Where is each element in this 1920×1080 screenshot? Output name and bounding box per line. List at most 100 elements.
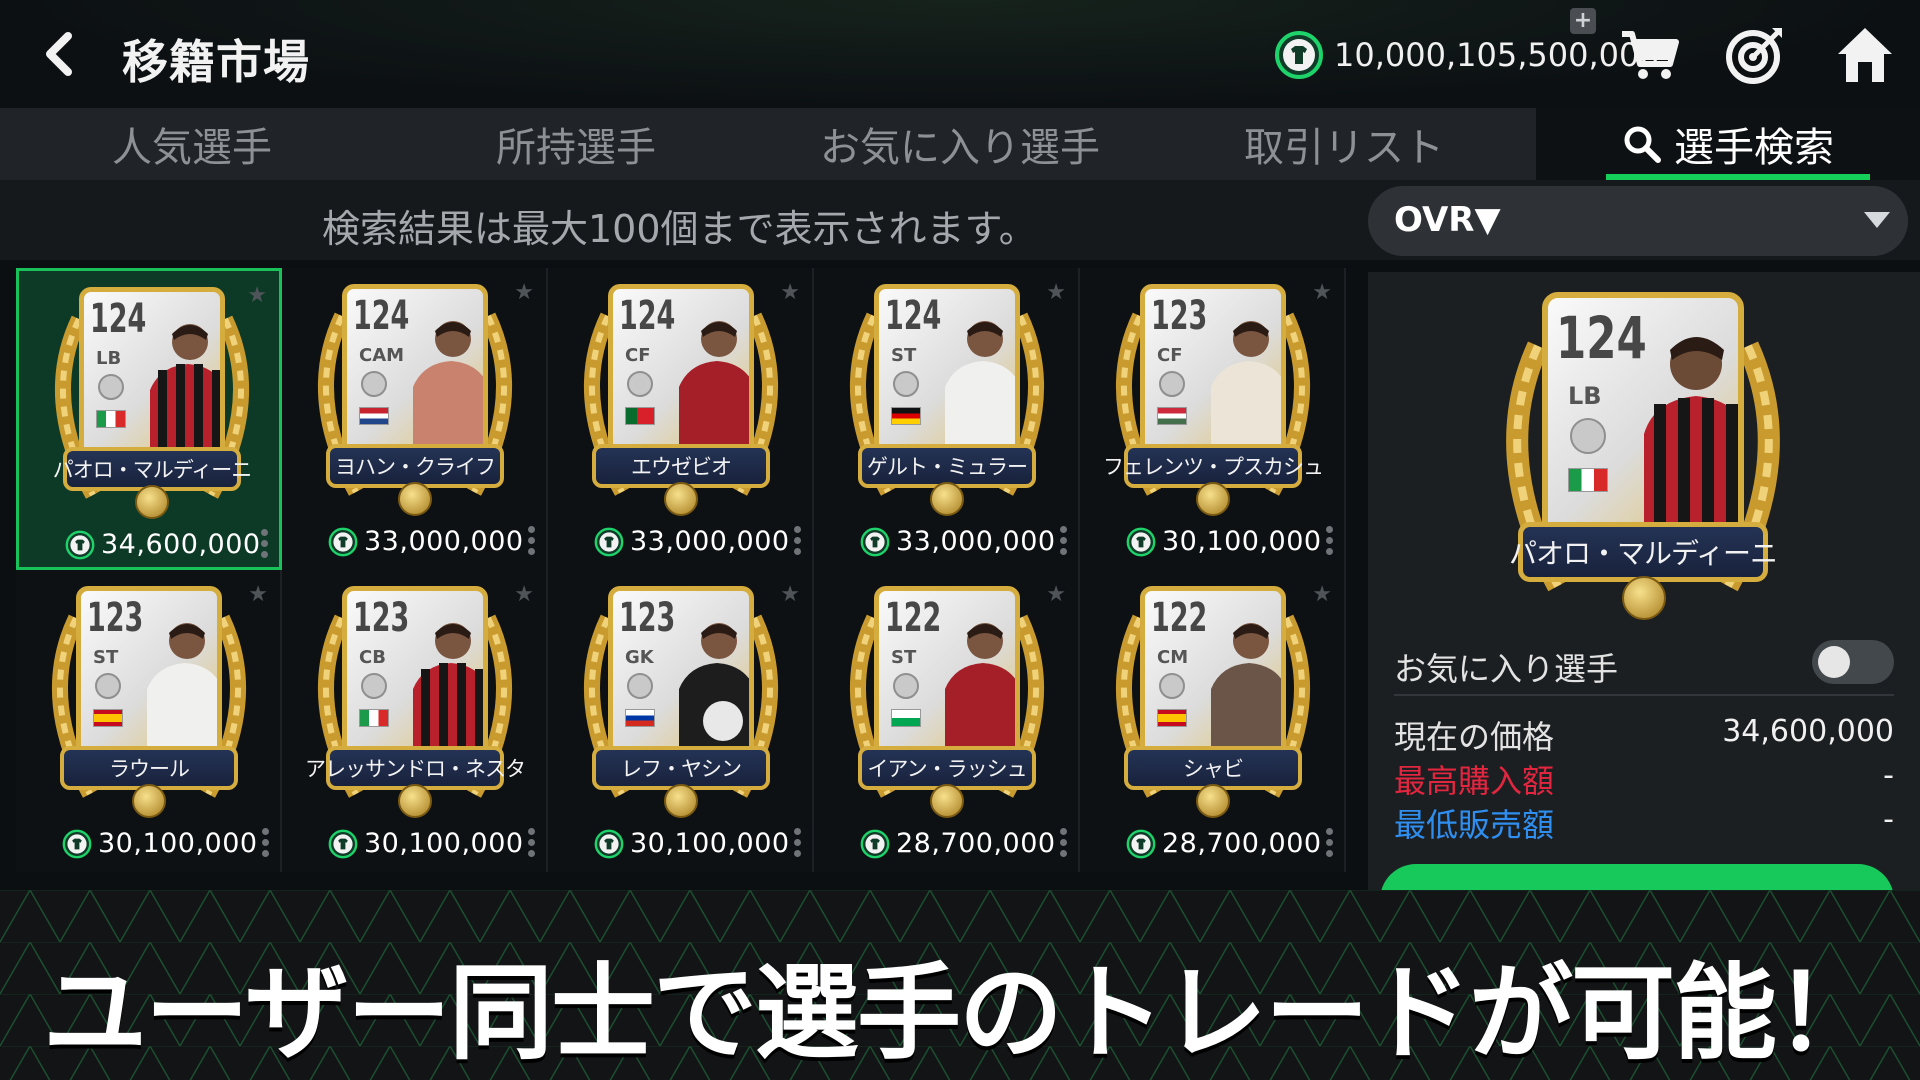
icon-badge-icon — [893, 673, 919, 699]
search-icon — [1624, 126, 1661, 163]
player-name: ヨハン・クライフ — [335, 455, 496, 479]
favorite-row: お気に入り選手 — [1394, 636, 1894, 696]
star-icon[interactable]: ★ — [1046, 582, 1066, 607]
top-bar: 移籍市場 + 10,000,105,500,000 — [0, 0, 1920, 108]
sort-dropdown[interactable]: OVR▼ — [1368, 186, 1908, 256]
hungary-flag-icon — [1157, 407, 1187, 425]
price-row: 30,100,000 — [62, 828, 258, 859]
player-card: 123 CB アレッサンドロ・ネスタ — [298, 578, 532, 822]
star-icon[interactable]: ★ — [780, 582, 800, 607]
tab-popular-players[interactable]: 人気選手 — [0, 108, 384, 180]
player-ovr: 123 — [619, 595, 676, 641]
player-name: シャビ — [1183, 757, 1244, 781]
icon-badge-icon — [1159, 371, 1185, 397]
player-card-cell[interactable]: 124 ST ゲルト・ミュラー ★ 33,000,000 — [814, 268, 1080, 570]
coin-icon — [1275, 31, 1323, 79]
icon-badge-icon — [361, 673, 387, 699]
gold-ball-icon — [930, 482, 964, 516]
italy-flag-icon — [359, 709, 389, 727]
player-card-cell[interactable]: 123 CF フェレンツ・プスカシュ ★ 30,100,000 — [1080, 268, 1346, 570]
back-button[interactable] — [34, 26, 90, 82]
more-dots-icon[interactable] — [1060, 526, 1068, 555]
home-button[interactable] — [1834, 24, 1896, 86]
player-name: ゲルト・ミュラー — [867, 455, 1028, 479]
tab-owned-players[interactable]: 所持選手 — [384, 108, 768, 180]
star-icon[interactable]: ★ — [1312, 280, 1332, 305]
star-icon[interactable]: ★ — [247, 283, 267, 308]
star-icon[interactable]: ★ — [1312, 582, 1332, 607]
more-dots-icon[interactable] — [1060, 828, 1068, 857]
star-icon[interactable]: ★ — [514, 582, 534, 607]
more-dots-icon[interactable] — [528, 828, 536, 857]
coin-icon — [1126, 829, 1156, 858]
spain-flag-icon — [93, 709, 123, 727]
card-face: 123 ST — [76, 586, 222, 762]
player-name: パオロ・マルディーニ — [52, 458, 253, 482]
more-dots-icon[interactable] — [528, 526, 536, 555]
player-position: CF — [625, 345, 651, 366]
more-dots-icon[interactable] — [794, 526, 802, 555]
player-ovr: 123 — [353, 595, 410, 641]
player-card: 123 GK レフ・ヤシン — [564, 578, 798, 822]
coin-icon — [1126, 527, 1156, 556]
player-card-cell[interactable]: 123 GK レフ・ヤシン ★ 30,100,000 — [548, 570, 814, 872]
player-name: ラウール — [109, 757, 190, 781]
player-card-cell[interactable]: 124 LB パオロ・マルディーニ ★ 34,600,000 — [16, 268, 282, 570]
more-dots-icon[interactable] — [261, 529, 269, 558]
star-icon[interactable]: ★ — [1046, 280, 1066, 305]
player-name: エウゼビオ — [631, 455, 732, 479]
star-icon[interactable]: ★ — [514, 280, 534, 305]
tab-trade-list[interactable]: 取引リスト — [1152, 108, 1536, 180]
star-icon[interactable]: ★ — [780, 280, 800, 305]
card-face: 124 LB — [1542, 292, 1744, 542]
favorite-toggle[interactable] — [1812, 640, 1894, 684]
player-nameplate: パオロ・マルディーニ — [1509, 522, 1778, 582]
player-portrait — [413, 321, 483, 455]
min-sell-row: 最低販売額 - — [1394, 800, 1894, 844]
player-ovr: 124 — [885, 293, 942, 339]
price-row: 30,100,000 — [328, 828, 524, 859]
more-dots-icon[interactable] — [1326, 828, 1334, 857]
netherlands-flag-icon — [359, 407, 389, 425]
player-card: 124 LB パオロ・マルディーニ — [35, 279, 269, 523]
player-portrait — [945, 623, 1015, 757]
player-card-cell[interactable]: 122 ST イアン・ラッシュ ★ 28,700,000 — [814, 570, 1080, 872]
more-dots-icon[interactable] — [794, 828, 802, 857]
missions-button[interactable] — [1724, 24, 1786, 86]
favorite-label: お気に入り選手 — [1394, 650, 1619, 688]
player-card-cell[interactable]: 123 ST ラウール ★ 30,100,000 — [16, 570, 282, 872]
player-card: 123 CF フェレンツ・プスカシュ — [1096, 276, 1330, 520]
player-name: イアン・ラッシュ — [867, 757, 1027, 781]
player-card: 124 ST ゲルト・ミュラー — [830, 276, 1064, 520]
player-card-cell[interactable]: 124 CF エウゼビオ ★ 33,000,000 — [548, 268, 814, 570]
player-portrait — [150, 324, 220, 458]
wales-flag-icon — [891, 709, 921, 727]
gold-ball-icon — [664, 784, 698, 818]
more-dots-icon[interactable] — [1326, 526, 1334, 555]
tab-player-search[interactable]: 選手検索 — [1536, 108, 1920, 180]
card-face: 124 CAM — [342, 284, 488, 460]
icon-badge-icon — [627, 371, 653, 397]
coin-icon — [594, 829, 624, 858]
player-name: フェレンツ・プスカシュ — [1103, 455, 1324, 479]
more-dots-icon[interactable] — [262, 828, 270, 857]
player-portrait — [1211, 321, 1281, 455]
star-icon[interactable]: ★ — [248, 582, 268, 607]
player-price: 30,100,000 — [1162, 526, 1322, 557]
germany-flag-icon — [891, 407, 921, 425]
gold-ball-icon — [930, 784, 964, 818]
tab-label: お気に入り選手 — [820, 125, 1100, 171]
player-card-cell[interactable]: 124 CAM ヨハン・クライフ ★ 33,000,000 — [282, 268, 548, 570]
min-sell-label: 最低販売額 — [1394, 806, 1555, 844]
player-ovr: 123 — [87, 595, 144, 641]
italy-flag-icon — [96, 410, 126, 428]
player-position: CF — [1157, 345, 1183, 366]
player-price: 33,000,000 — [630, 526, 790, 557]
tab-favorite-players[interactable]: お気に入り選手 — [768, 108, 1152, 180]
player-card-cell[interactable]: 122 CM シャビ ★ 28,700,000 — [1080, 570, 1346, 872]
shop-button[interactable] — [1618, 24, 1680, 86]
player-card: 123 ST ラウール — [32, 578, 266, 822]
player-card-cell[interactable]: 123 CB アレッサンドロ・ネスタ ★ 30,100,000 — [282, 570, 548, 872]
gold-ball-icon — [135, 485, 169, 519]
player-price: 30,100,000 — [630, 828, 790, 859]
